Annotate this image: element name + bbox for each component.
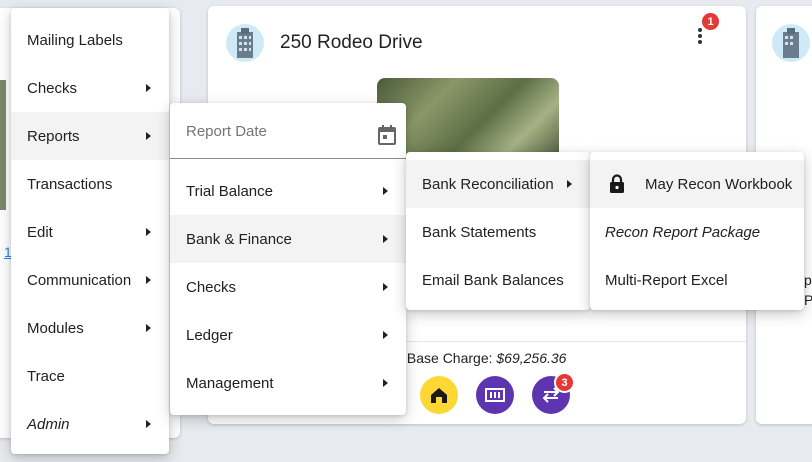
- chevron-right-icon: [146, 228, 151, 236]
- reports-submenu: Trial Balance Bank & Finance Checks Ledg…: [170, 103, 406, 415]
- report-date-input[interactable]: [186, 123, 356, 140]
- chevron-right-icon: [383, 331, 388, 339]
- meter-icon: [485, 388, 505, 402]
- chevron-right-icon: [383, 283, 388, 291]
- menu-item-mailing-labels[interactable]: Mailing Labels: [11, 16, 169, 64]
- bank-finance-submenu: Bank Reconciliation Bank Statements Emai…: [406, 152, 590, 310]
- base-charge-value: $69,256.36: [496, 350, 567, 366]
- chevron-right-icon: [383, 235, 388, 243]
- chevron-right-icon: [383, 187, 388, 195]
- building-icon: [226, 24, 264, 62]
- left-card-image: [0, 80, 6, 210]
- chevron-right-icon: [146, 420, 151, 428]
- chevron-right-icon: [567, 180, 572, 188]
- property-title: 250 Rodeo Drive: [280, 32, 423, 53]
- menu-item-recon-report-package[interactable]: Recon Report Package: [590, 208, 804, 256]
- menu-item-reports[interactable]: Reports: [11, 112, 169, 160]
- chevron-right-icon: [146, 132, 151, 140]
- chevron-right-icon: [146, 324, 151, 332]
- menu-item-checks[interactable]: Checks: [11, 64, 169, 112]
- menu-item-management[interactable]: Management: [170, 359, 406, 407]
- right-card-text-1: pe: [804, 272, 812, 288]
- menu-item-email-bank-balances[interactable]: Email Bank Balances: [406, 256, 590, 304]
- calendar-icon[interactable]: [378, 125, 396, 145]
- menu-item-edit[interactable]: Edit: [11, 208, 169, 256]
- chevron-right-icon: [383, 379, 388, 387]
- menu-item-trial-balance[interactable]: Trial Balance: [170, 167, 406, 215]
- menu-item-trace[interactable]: Trace: [11, 352, 169, 400]
- right-card-text-2: P: [804, 292, 812, 308]
- menu-item-multi-report-excel[interactable]: Multi-Report Excel: [590, 256, 804, 304]
- menu-item-bank-finance[interactable]: Bank & Finance: [170, 215, 406, 263]
- home-action-button[interactable]: [420, 376, 458, 414]
- building-icon-right: [772, 24, 810, 62]
- menu-item-modules[interactable]: Modules: [11, 304, 169, 352]
- menu-item-ledger[interactable]: Ledger: [170, 311, 406, 359]
- home-icon: [431, 388, 447, 403]
- meter-action-button[interactable]: [476, 376, 514, 414]
- report-date-field[interactable]: [170, 103, 406, 159]
- menu-item-communication[interactable]: Communication: [11, 256, 169, 304]
- menu-item-admin[interactable]: Admin: [11, 400, 169, 448]
- notification-badge: 1: [700, 11, 721, 32]
- lock-icon: [610, 174, 624, 193]
- main-menu: Mailing Labels Checks Reports Transactio…: [11, 8, 169, 454]
- card-divider: [368, 341, 746, 342]
- chevron-right-icon: [146, 84, 151, 92]
- menu-item-bank-reconciliation[interactable]: Bank Reconciliation: [406, 160, 590, 208]
- base-charge: y Base Charge: $69,256.36: [396, 350, 566, 366]
- base-charge-label: y Base Charge:: [396, 350, 493, 366]
- menu-item-bank-statements[interactable]: Bank Statements: [406, 208, 590, 256]
- menu-item-checks-report[interactable]: Checks: [170, 263, 406, 311]
- chevron-right-icon: [146, 276, 151, 284]
- menu-item-may-recon-workbook[interactable]: May Recon Workbook: [590, 160, 804, 208]
- bank-reconciliation-submenu: May Recon Workbook Recon Report Package …: [590, 152, 804, 310]
- menu-item-transactions[interactable]: Transactions: [11, 160, 169, 208]
- transfer-badge: 3: [554, 372, 575, 393]
